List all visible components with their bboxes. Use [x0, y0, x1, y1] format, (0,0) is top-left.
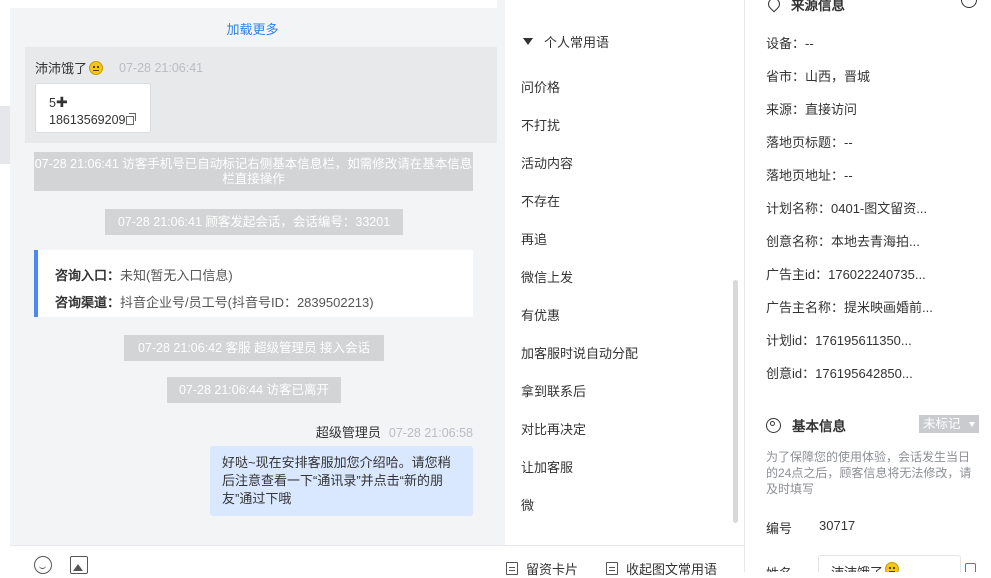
visitor-name: 沛沛饿了 — [35, 61, 88, 76]
customer-name-label: 姓名 — [766, 563, 792, 572]
emoji-icon — [89, 60, 104, 75]
tag-status-label: 未标记 — [923, 417, 961, 431]
inquiry-info-card: 咨询入口：未知(暂无入口信息) 咨询渠道：抖音企业号/员工号(抖音号ID：283… — [34, 250, 473, 317]
visitor-message: 沛沛饿了 07-28 21:06:41 5✚ 18613569209 — [25, 47, 497, 143]
phrase-item[interactable]: 微 — [521, 495, 534, 514]
phrases-scrollbar[interactable] — [733, 280, 738, 523]
source-row-origin: 来源：直接访问 — [766, 102, 858, 117]
source-row-landing-url: 落地页地址：-- — [766, 168, 853, 183]
source-info-title-text: 来源信息 — [791, 0, 845, 13]
phone-number: 18613569209 — [49, 113, 126, 127]
tag-status-dropdown[interactable]: 未标记 — [919, 415, 979, 433]
collapse-phrases-label: 收起图文常用语 — [626, 562, 718, 577]
phrase-item[interactable]: 再追 — [521, 229, 547, 248]
leave-card-label: 留资卡片 — [526, 562, 579, 577]
customer-id-label: 编号 — [766, 521, 793, 536]
channel-label: 咨询渠道： — [55, 295, 121, 310]
customer-name-value: 沛沛饿了 — [831, 562, 883, 572]
plus-icon: ✚ — [55, 94, 68, 110]
phrase-item[interactable]: 微信上发 — [521, 267, 573, 286]
source-row-creative-id: 创意id：176195642850... — [766, 366, 913, 381]
phrase-item[interactable]: 活动内容 — [521, 153, 573, 172]
caret-down-icon — [523, 38, 533, 45]
phrase-item[interactable]: 有优惠 — [521, 305, 560, 324]
customer-id-value: 30717 — [819, 518, 856, 533]
copy-icon[interactable] — [126, 113, 137, 125]
image-upload-icon[interactable] — [70, 556, 88, 574]
source-row-plan-name: 计划名称：0401-图文留资... — [766, 201, 928, 216]
chat-top-strip — [10, 0, 497, 8]
source-row-advertiser-name: 广告主名称：提米映画婚前... — [766, 300, 933, 315]
leave-card-button[interactable]: 留资卡片 — [506, 559, 578, 578]
edit-notice: 为了保障您的使用体验，会话发生当日的24点之后，顾客信息将无法修改，请及时填写 — [766, 450, 972, 496]
system-message: 07-28 21:06:42 客服 超级管理员 接入会话 — [124, 335, 384, 361]
chevron-down-icon — [969, 422, 975, 427]
input-toolbar: 留资卡片 收起图文常用语 — [10, 545, 744, 577]
phrases-panel: 个人常用语 问价格 不打扰 活动内容 不存在 再追 微信上发 有优惠 加客服时说… — [505, 0, 744, 545]
collapse-phrases-button[interactable]: 收起图文常用语 — [606, 559, 717, 578]
card-line-1: 5 — [49, 96, 56, 110]
basic-info-title-text: 基本信息 — [792, 419, 846, 434]
source-row-landing-title: 落地页标题：-- — [766, 135, 853, 150]
gutter-marker — [0, 106, 10, 164]
source-row-device: 设备：-- — [766, 36, 814, 51]
agent-message-header: 超级管理员 07-28 21:06:58 — [316, 422, 473, 441]
phrase-item[interactable]: 对比再决定 — [521, 419, 586, 438]
source-row-creative-name: 创意名称：本地去青海拍... — [766, 234, 920, 249]
source-info-title: 来源信息 — [765, 0, 845, 14]
emoji-icon — [885, 562, 900, 572]
visitor-message-time: 07-28 21:06:41 — [119, 60, 204, 75]
system-message: 07-28 21:06:41 访客手机号已自动标记右侧基本信息栏，如需修改请在基… — [34, 152, 473, 191]
load-more-link[interactable]: 加载更多 — [0, 19, 505, 38]
agent-message-bubble: 好哒~现在安排客服加您介绍哈。请您稍后注意查看一下“通讯录”并点击“新的朋友”通… — [210, 446, 473, 516]
emoji-picker-icon[interactable] — [34, 556, 52, 574]
customer-info-panel: 来源信息 设备：-- 省市：山西，晋城 来源：直接访问 落地页标题：-- 落地页… — [744, 0, 991, 572]
document-icon — [606, 562, 618, 575]
visitor-message-header: 沛沛饿了 07-28 21:06:41 — [35, 58, 203, 77]
phrase-item[interactable]: 不打扰 — [521, 115, 560, 134]
phrase-item[interactable]: 加客服时说自动分配 — [521, 343, 638, 362]
card-icon — [506, 562, 518, 575]
phrase-item[interactable]: 问价格 — [521, 77, 560, 96]
phrase-group-header[interactable]: 个人常用语 — [523, 32, 609, 51]
source-row-advertiser-id: 广告主id：176022240735... — [766, 267, 926, 282]
system-message: 07-28 21:06:41 顾客发起会话，会话编号：33201 — [105, 209, 403, 235]
user-icon — [766, 417, 781, 433]
agent-name: 超级管理员 — [315, 425, 381, 440]
system-message: 07-28 21:06:44 访客已离开 — [167, 377, 341, 403]
entry-label: 咨询入口： — [55, 268, 121, 283]
channel-value: 抖音企业号/员工号(抖音号ID：2839502213) — [120, 295, 374, 310]
left-gutter — [0, 0, 10, 545]
location-pin-icon — [765, 0, 783, 13]
customer-name-field[interactable]: 沛沛饿了 — [818, 555, 961, 572]
phrase-item[interactable]: 拿到联系后 — [521, 381, 586, 400]
phrase-item[interactable]: 让加客服 — [521, 457, 573, 476]
chat-panel: 加载更多 沛沛饿了 07-28 21:06:41 5✚ 18613569209 … — [0, 0, 505, 545]
source-row-plan-id: 计划id：176195611350... — [766, 333, 912, 348]
entry-value: 未知(暂无入口信息) — [120, 268, 233, 283]
visitor-message-card: 5✚ 18613569209 — [35, 83, 151, 133]
shield-icon[interactable] — [961, 0, 977, 8]
phrase-item[interactable]: 不存在 — [521, 191, 560, 210]
source-row-region: 省市：山西，晋城 — [766, 69, 871, 84]
agent-message-time: 07-28 21:06:58 — [388, 426, 473, 440]
phrase-group-title: 个人常用语 — [544, 35, 610, 50]
basic-info-title: 基本信息 — [766, 415, 846, 435]
edit-icon[interactable] — [965, 563, 976, 572]
